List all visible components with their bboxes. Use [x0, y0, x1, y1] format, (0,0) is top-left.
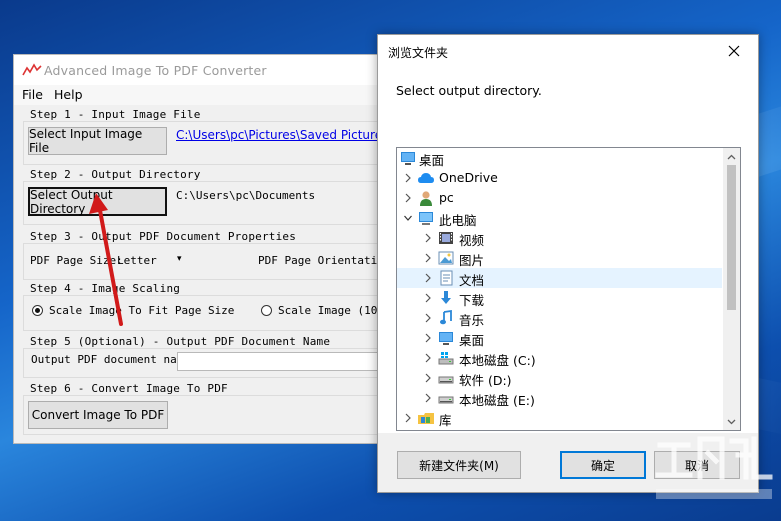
menu-bar: File Help: [14, 85, 384, 105]
input-image-path-link[interactable]: C:\Users\pc\Pictures\Saved Pictures\u=1: [176, 128, 384, 142]
tree-item-label: 视频: [459, 233, 485, 248]
menu-file[interactable]: File: [22, 87, 43, 102]
converter-window: Advanced Image To PDF Converter File Hel…: [13, 54, 385, 444]
chevron-right-icon[interactable]: [424, 333, 432, 343]
dialog-close-button[interactable]: [714, 37, 754, 65]
chevron-right-icon[interactable]: [424, 393, 432, 403]
convert-image-button[interactable]: Convert Image To PDF: [28, 401, 168, 429]
dialog-message: Select output directory.: [396, 83, 542, 98]
step2-label: Step 2 - Output Directory: [29, 168, 202, 181]
select-output-directory-button[interactable]: Select Output Directory: [28, 187, 167, 216]
page-size-label: PDF Page Size:: [30, 254, 123, 267]
download-icon: [441, 291, 451, 304]
scroll-up-button[interactable]: [723, 148, 740, 165]
select-input-image-button[interactable]: Select Input Image File: [28, 127, 167, 155]
tree-item-label: 音乐: [459, 313, 485, 328]
tree-scrollbar[interactable]: [723, 148, 740, 430]
computer-icon: [419, 212, 433, 225]
scrollbar-thumb[interactable]: [727, 165, 736, 310]
tree-item-label: pc: [439, 190, 454, 205]
chevron-right-icon[interactable]: [424, 353, 432, 363]
onedrive-cloud-icon: [418, 173, 434, 183]
converter-title-bar[interactable]: Advanced Image To PDF Converter: [14, 55, 384, 85]
desktop-folder-icon: [439, 332, 453, 345]
new-folder-button[interactable]: 新建文件夹(M): [397, 451, 521, 479]
close-icon: [728, 45, 740, 57]
library-icon: [418, 413, 434, 424]
dialog-title-bar[interactable]: 浏览文件夹: [378, 35, 758, 67]
page-size-dropdown-arrow-icon[interactable]: ▾: [177, 254, 182, 264]
tree-item[interactable]: 本地磁盘 (C:): [397, 348, 722, 368]
tree-item[interactable]: 音乐: [397, 308, 722, 328]
tree-item[interactable]: 下载: [397, 288, 722, 308]
step1-label: Step 1 - Input Image File: [29, 108, 202, 121]
tree-item[interactable]: 视频: [397, 228, 722, 248]
scale-fit-radio[interactable]: [32, 305, 43, 316]
dialog-title: 浏览文件夹: [388, 46, 449, 60]
tree-item-label: 桌面: [459, 333, 485, 348]
tree-item-label: 库: [439, 413, 452, 428]
chevron-right-icon[interactable]: [424, 233, 432, 243]
chevron-down-icon[interactable]: [404, 213, 412, 223]
output-directory-path: C:\Users\pc\Documents: [176, 189, 316, 202]
tree-item[interactable]: 桌面: [397, 148, 722, 168]
chevron-right-icon[interactable]: [404, 413, 412, 423]
scale-100-radio[interactable]: [261, 305, 272, 316]
browse-folder-dialog: 浏览文件夹 Select output directory. 桌面 OneDriv…: [377, 34, 759, 493]
tree-item-label: 桌面: [419, 153, 445, 168]
tree-item[interactable]: 软件 (D:): [397, 368, 722, 388]
scale-fit-label[interactable]: Scale Image To Fit Page Size: [49, 304, 234, 317]
ok-button[interactable]: 确定: [560, 451, 646, 479]
tree-item[interactable]: 文档: [397, 268, 722, 288]
user-icon: [420, 191, 432, 206]
cancel-button[interactable]: 取消: [654, 451, 740, 479]
videos-icon: [439, 232, 453, 244]
music-icon: [440, 309, 452, 325]
page-orientation-label: PDF Page Orientation: [258, 254, 385, 267]
app-logo-icon: [22, 63, 42, 76]
tree-item-label: 此电脑: [439, 213, 477, 228]
chevron-right-icon[interactable]: [424, 293, 432, 303]
tree-item-label: OneDrive: [439, 170, 498, 185]
tree-item[interactable]: 桌面: [397, 328, 722, 348]
chevron-right-icon[interactable]: [424, 373, 432, 383]
tree-item[interactable]: 本地磁盘 (E:): [397, 388, 722, 408]
page-size-select[interactable]: Letter: [117, 254, 157, 267]
chevron-down-icon: [727, 419, 736, 424]
tree-item-label: 软件 (D:): [459, 373, 512, 388]
drive-icon: [438, 376, 454, 384]
tree-item[interactable]: 此电脑: [397, 208, 722, 228]
chevron-right-icon[interactable]: [404, 193, 412, 203]
step5-label: Step 5 (Optional) - Output PDF Document …: [29, 335, 332, 348]
chevron-right-icon[interactable]: [424, 313, 432, 323]
tree-item-label: 下载: [459, 293, 485, 308]
tree-item-label: 本地磁盘 (C:): [459, 353, 536, 368]
output-name-label: Output PDF document name: [31, 353, 190, 366]
output-name-input[interactable]: [177, 352, 384, 371]
pictures-icon: [438, 251, 454, 265]
step4-label: Step 4 - Image Scaling: [29, 282, 182, 295]
tree-item-label: 文档: [459, 273, 485, 288]
tree-item-label: 本地磁盘 (E:): [459, 393, 535, 408]
tree-item[interactable]: OneDrive: [397, 168, 722, 188]
scale-100-label[interactable]: Scale Image (100%: [278, 304, 384, 317]
desktop-folder-icon: [401, 152, 415, 165]
chevron-up-icon: [727, 154, 736, 159]
drive-icon: [438, 396, 454, 404]
tree-item[interactable]: 库: [397, 408, 722, 428]
tree-item[interactable]: 图片: [397, 248, 722, 268]
scroll-down-button[interactable]: [723, 413, 740, 430]
step3-label: Step 3 - Output PDF Document Properties: [29, 230, 298, 243]
folder-tree: 桌面 OneDrive pc 此电脑 视频 图片 文档 下载 音乐 桌面 本地磁盘 (C:) 软件 (…: [396, 147, 741, 431]
windows-drive-icon: [438, 352, 454, 365]
menu-help[interactable]: Help: [54, 87, 83, 102]
converter-title: Advanced Image To PDF Converter: [44, 63, 267, 78]
chevron-right-icon[interactable]: [424, 253, 432, 263]
tree-item[interactable]: pc: [397, 188, 722, 208]
step6-label: Step 6 - Convert Image To PDF: [29, 382, 229, 395]
chevron-right-icon[interactable]: [424, 273, 432, 283]
documents-icon: [440, 270, 453, 286]
tree-item-label: 图片: [459, 253, 485, 268]
chevron-right-icon[interactable]: [404, 173, 412, 183]
